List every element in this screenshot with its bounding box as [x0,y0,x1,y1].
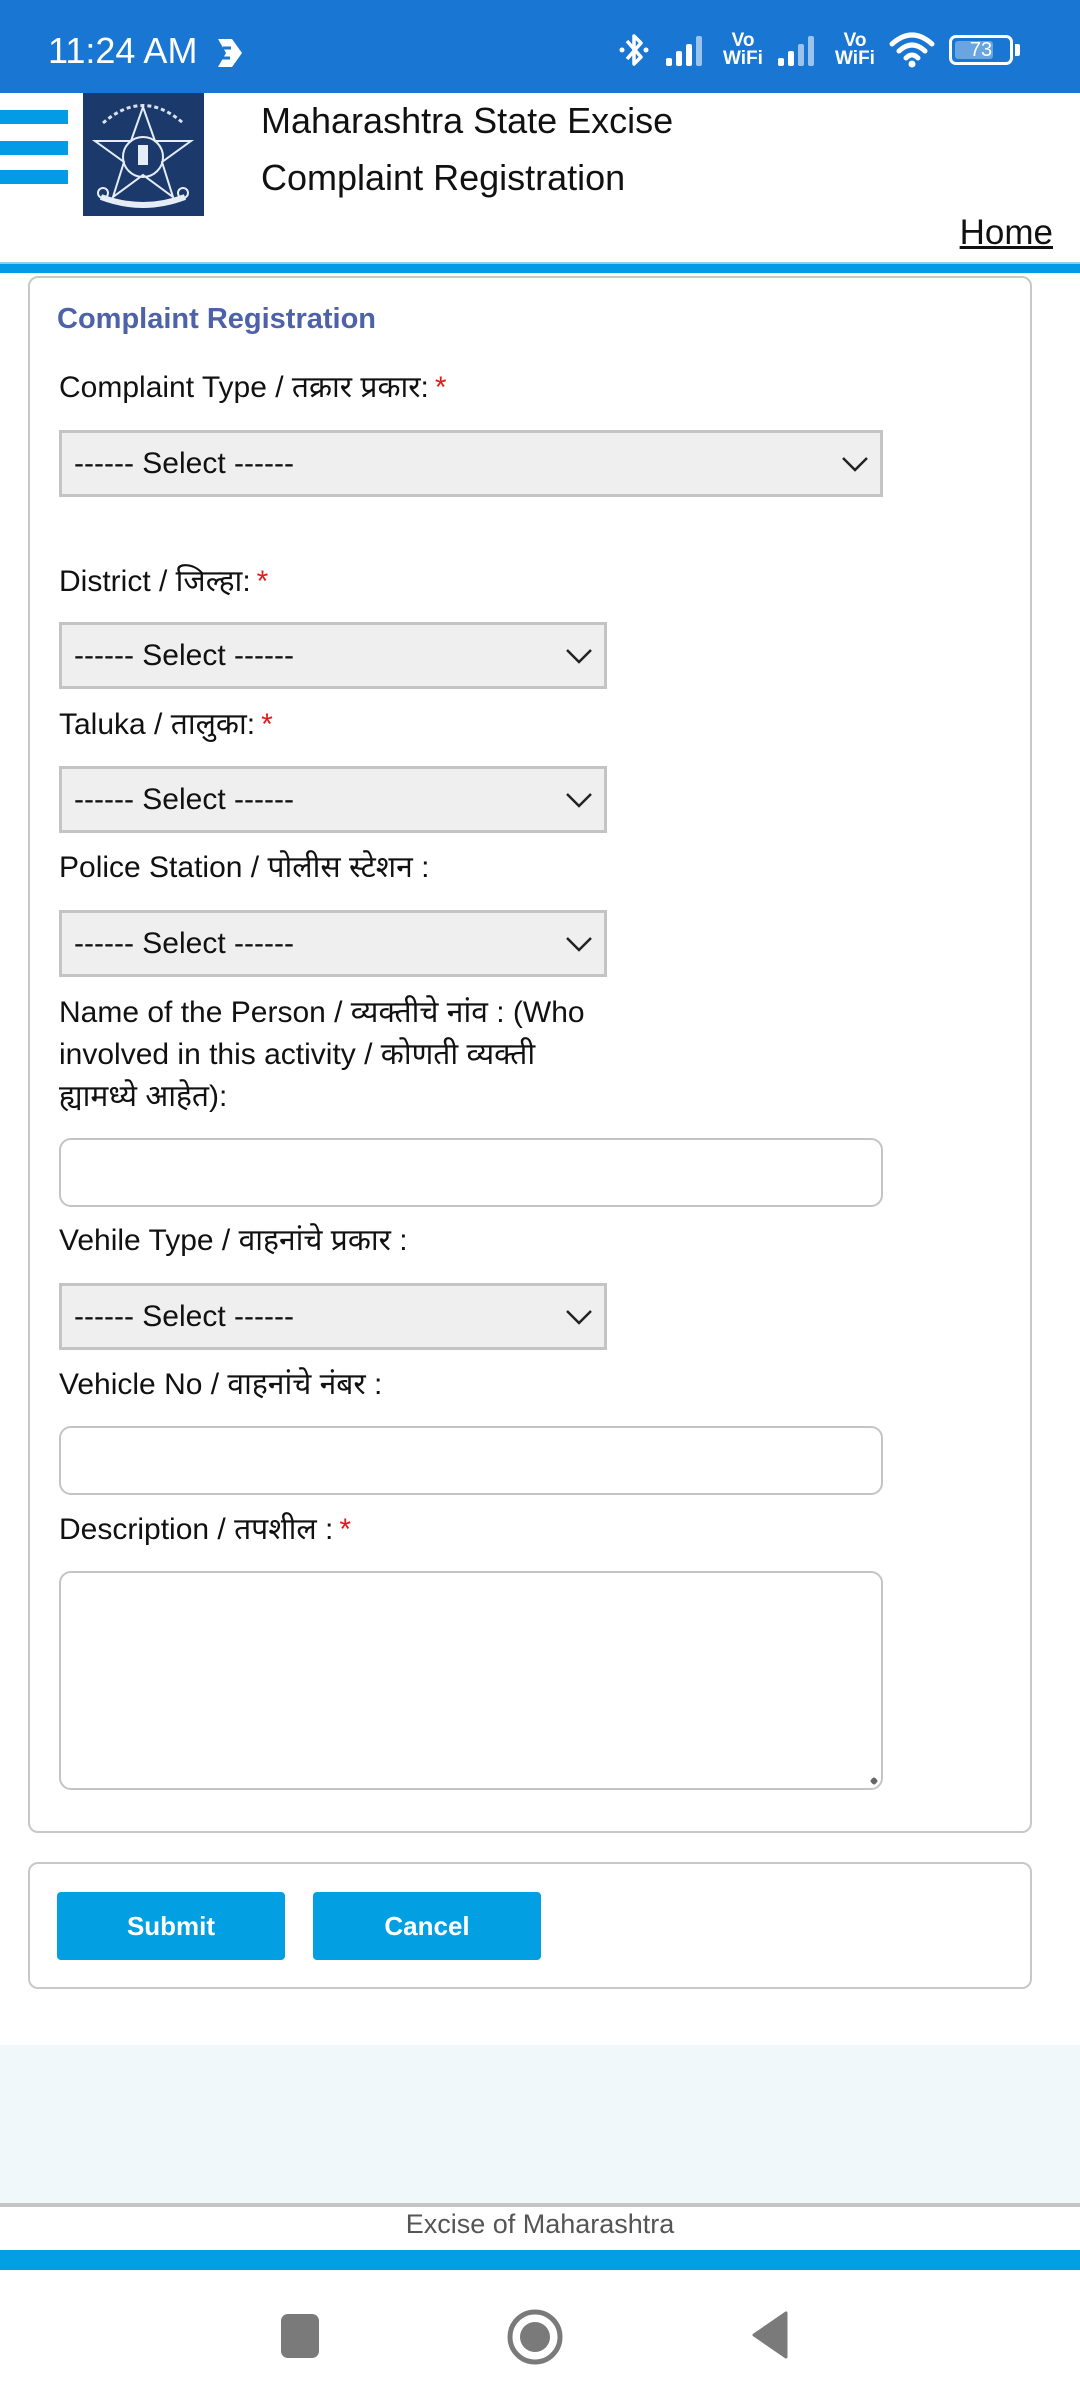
chevron-down-icon [842,457,868,472]
hamburger-menu-icon[interactable] [0,108,68,188]
taluka-select[interactable]: ------ Select ------ [59,766,607,833]
person-name-input[interactable] [59,1138,883,1207]
menu-bar [0,110,68,124]
status-time: 11:24 AM [48,30,198,71]
select-value: ------ Select ------ [74,926,294,960]
submit-button[interactable]: Submit [57,1892,285,1960]
select-value: ------ Select ------ [74,446,294,480]
chevron-down-icon [566,1310,592,1325]
status-bar: 11:24 AM Vo WiFi Vo WiFi 73 [0,0,1080,93]
person-name-label: Name of the Person / व्यक्तीचे नांव : (W… [59,992,585,1118]
bluetooth-icon [619,34,649,66]
battery-percent: 73 [969,39,993,61]
vehicle-no-input[interactable] [59,1426,883,1495]
description-label: Description / तपशील : * [59,1509,351,1551]
district-select[interactable]: ------ Select ------ [59,622,607,689]
vehicle-type-label: Vehile Type / वाहनांचे प्रकार : [59,1224,408,1257]
chevron-down-icon [566,793,592,808]
battery-indicator: 73 [949,35,1013,65]
signal-icon [778,36,814,66]
chevron-down-icon [566,649,592,664]
label-text: Complaint Type / तक्रार प्रकार: [59,371,429,404]
chevron-down-icon [566,937,592,952]
footer-bar [0,2250,1080,2270]
resize-handle-icon[interactable] [869,1776,879,1786]
required-marker: * [434,371,447,404]
complaint-type-select[interactable]: ------ Select ------ [59,430,883,497]
vehicle-no-label: Vehicle No / वाहनांचे नंबर : [59,1368,383,1401]
app-title: Maharashtra State Excise [261,100,674,141]
select-value: ------ Select ------ [74,782,294,816]
label-line: ह्यामध्ये आहेत): [59,1080,228,1113]
police-station-select[interactable]: ------ Select ------ [59,910,607,977]
back-icon[interactable] [750,2311,790,2359]
header-divider [0,262,1080,273]
police-station-label: Police Station / पोलीस स्टेशन : [59,851,430,884]
form-heading: Complaint Registration [57,303,377,335]
label-text: Taluka / तालुका: [59,708,256,741]
required-marker: * [339,1513,352,1546]
label-line: Name of the Person / व्यक्तीचे नांव : (W… [59,996,585,1029]
signal-icon [666,36,702,66]
wifi-icon [889,32,935,68]
required-marker: * [261,708,273,741]
battery-tip [1015,44,1020,56]
vehicle-type-select[interactable]: ------ Select ------ [59,1283,607,1350]
cancel-button[interactable]: Cancel [313,1892,541,1960]
home-nav-icon[interactable] [506,2308,564,2366]
logo [83,93,204,216]
select-value: ------ Select ------ [74,1299,294,1333]
recents-icon[interactable] [280,2313,320,2359]
description-textarea[interactable] [59,1571,883,1790]
taluka-label: Taluka / तालुका: * [59,704,273,746]
emblem-icon [91,103,195,208]
label-text: Description / तपशील : [59,1513,334,1546]
vowifi-icon: Vo WiFi [835,30,875,69]
label-line: involved in this activity / कोणती व्यक्त… [59,1038,536,1071]
app-subtitle: Complaint Registration [261,157,626,198]
footer-text: Excise of Maharashtra [405,2209,675,2239]
menu-bar [0,141,68,155]
home-link[interactable]: Home [960,213,1053,253]
menu-bar [0,170,68,184]
footer-divider [0,2203,1080,2207]
status-icons: Vo WiFi Vo WiFi 73 [617,28,1020,72]
battery-icon: 73 [949,35,1020,65]
page-background-area [0,2045,1080,2203]
cast-icon [218,39,242,67]
label-text: District / जिल्हा: [59,565,251,598]
required-marker: * [256,565,269,598]
complaint-type-label: Complaint Type / तक्रार प्रकार: * [59,367,447,409]
vowifi-icon: Vo WiFi [723,30,763,69]
system-nav-bar [0,2270,1080,2400]
select-value: ------ Select ------ [74,638,294,672]
district-label: District / जिल्हा: * [59,561,268,603]
